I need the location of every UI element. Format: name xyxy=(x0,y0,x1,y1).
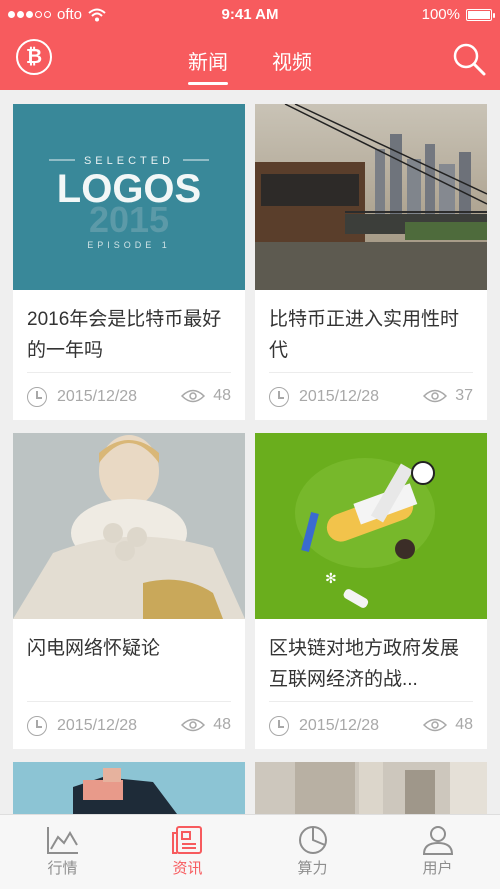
card-meta: 2015/12/28 48 xyxy=(27,701,231,749)
tab-user[interactable]: 用户 xyxy=(375,815,500,889)
bottom-tab-bar: 行情 资讯 算力 用户 xyxy=(0,814,500,889)
tab-market-label: 行情 xyxy=(47,860,78,877)
news-card[interactable]: SELECTED LOGOS 2015 EPISODE 1 2016年会是比特币… xyxy=(13,104,245,420)
tab-user-label: 用户 xyxy=(422,860,453,877)
tab-news-feed[interactable]: 资讯 xyxy=(125,815,250,889)
news-card[interactable] xyxy=(255,762,487,814)
card-image xyxy=(13,762,245,814)
user-icon xyxy=(422,826,453,855)
card-title: 比特币正进入实用性时代 xyxy=(269,309,460,361)
logo-small-text: SELECTED xyxy=(84,155,174,167)
card-views: 48 xyxy=(213,387,231,404)
eye-icon xyxy=(181,389,206,403)
card-image: SELECTED LOGOS 2015 EPISODE 1 xyxy=(13,104,245,290)
pie-icon xyxy=(298,826,327,854)
tab-video[interactable]: 视频 xyxy=(272,46,312,75)
svg-text:✻: ✻ xyxy=(325,570,337,586)
news-card[interactable]: 闪电网络怀疑论 2015/12/28 48 xyxy=(13,433,245,749)
card-title: 2016年会是比特币最好的一年吗 xyxy=(27,309,222,361)
card-meta: 2015/12/28 48 xyxy=(27,372,231,420)
logo-episode-text: EPISODE 1 xyxy=(87,240,171,250)
battery-icon xyxy=(466,8,495,21)
tab-hashrate[interactable]: 算力 xyxy=(250,815,375,889)
tab-news-label: 资讯 xyxy=(172,860,203,877)
card-meta: 2015/12/28 37 xyxy=(269,372,473,420)
search-icon[interactable] xyxy=(452,42,486,76)
top-nav: ₿ 新闻 视频 xyxy=(0,30,500,90)
news-card[interactable]: 比特币正进入实用性时代 2015/12/28 37 xyxy=(255,104,487,420)
card-views: 37 xyxy=(455,387,473,404)
eye-icon xyxy=(423,718,448,732)
card-date: 2015/12/28 xyxy=(57,717,138,734)
card-image xyxy=(255,104,487,290)
tab-news[interactable]: 新闻 xyxy=(188,46,228,85)
card-views: 48 xyxy=(213,716,231,733)
status-bar: ofto 9:41 AM 100% xyxy=(0,0,500,30)
clock-icon xyxy=(269,387,289,407)
card-image xyxy=(13,433,245,619)
card-image xyxy=(255,762,487,814)
logo-year-text: 2015 xyxy=(89,199,169,240)
news-card[interactable] xyxy=(13,762,245,814)
tab-market[interactable]: 行情 xyxy=(0,815,125,889)
card-date: 2015/12/28 xyxy=(57,388,138,405)
eye-icon xyxy=(181,718,206,732)
news-icon xyxy=(171,826,202,854)
card-title: 闪电网络怀疑论 xyxy=(27,638,161,659)
app-header: ofto 9:41 AM 100% ₿ 新闻 视频 xyxy=(0,0,500,90)
news-card[interactable]: ✻ 区块链对地方政府发展互联网经济的战... 2015/12/28 48 xyxy=(255,433,487,749)
battery-percent: 100% xyxy=(421,6,460,23)
card-date: 2015/12/28 xyxy=(299,388,380,405)
tab-hashrate-label: 算力 xyxy=(297,860,328,877)
nav-tabs: 新闻 视频 xyxy=(0,46,500,85)
card-meta: 2015/12/28 48 xyxy=(269,701,473,749)
eye-icon xyxy=(423,389,448,403)
clock-icon xyxy=(27,716,47,736)
card-image: ✻ xyxy=(255,433,487,619)
clock-icon xyxy=(27,387,47,407)
status-right: 100% xyxy=(421,6,495,23)
card-date: 2015/12/28 xyxy=(299,717,380,734)
clock-icon xyxy=(269,716,289,736)
card-title: 区块链对地方政府发展互联网经济的战... xyxy=(269,638,460,690)
card-views: 48 xyxy=(455,716,473,733)
chart-icon xyxy=(46,827,78,854)
news-feed: SELECTED LOGOS 2015 EPISODE 1 2016年会是比特币… xyxy=(0,90,500,814)
